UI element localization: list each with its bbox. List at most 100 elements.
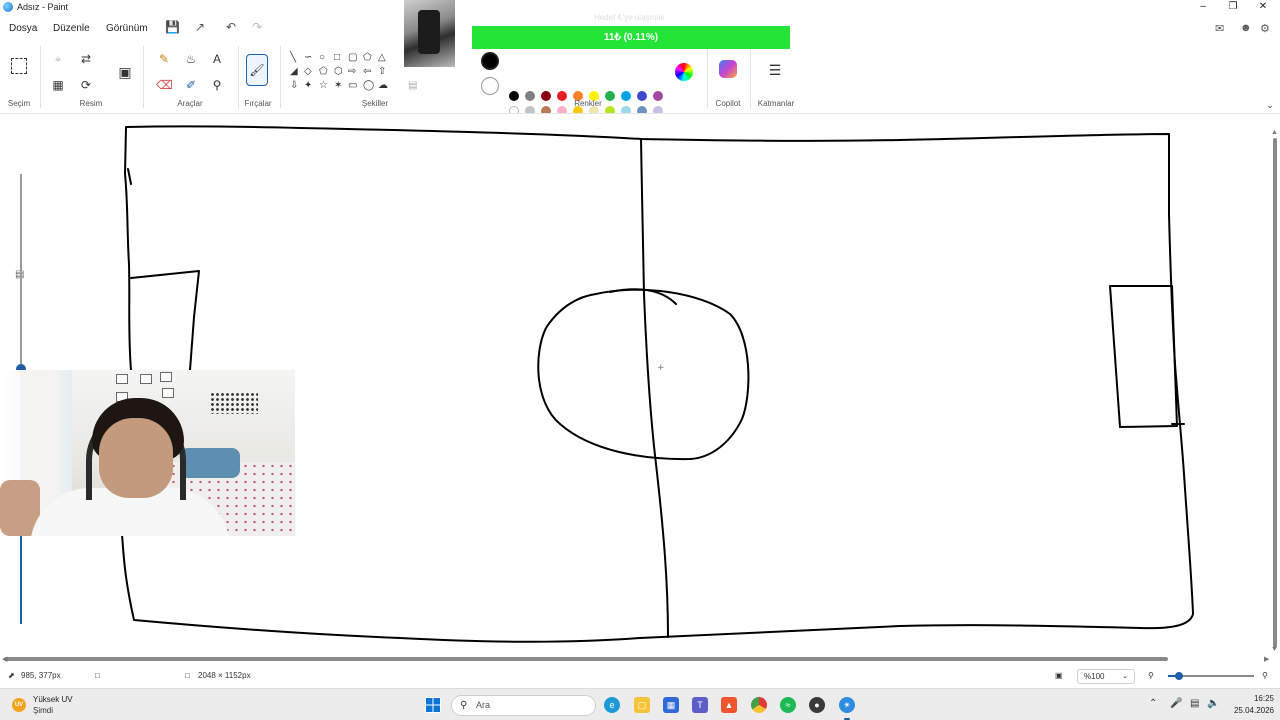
taskbar-search-box[interactable]: ⚲ Ara [451,695,596,716]
crosshair-cursor-icon: + [657,363,665,373]
color-swatch[interactable] [525,91,535,101]
color-swatch[interactable] [509,91,519,101]
selection-rect-icon[interactable] [11,58,27,74]
left-arrow-shape-icon[interactable]: ⇦ [363,66,371,78]
crop-icon[interactable]: ⌖ [50,51,66,67]
four-point-star-shape-icon[interactable]: ✦ [304,80,312,92]
scroll-up-icon[interactable]: ▲ [1271,129,1278,136]
resize-icon[interactable]: ⇄ [78,51,94,67]
shape-outline-icon[interactable]: ▤ [408,80,417,92]
weather-title[interactable]: Yüksek UV [33,695,73,704]
menu-view[interactable]: Görünüm [106,23,148,34]
account-icon[interactable]: ☻ [1240,22,1252,34]
face [99,418,173,498]
curve-shape-icon[interactable]: ∽ [304,52,312,64]
down-arrow-shape-icon[interactable]: ⇩ [290,80,298,92]
clock-date[interactable]: 25.04.2026 [1222,706,1274,715]
right-triangle-shape-icon[interactable]: ◢ [290,66,298,78]
rounded-rectangle-shape-icon[interactable]: ▢ [348,52,357,64]
save-icon[interactable]: 💾 [165,20,180,34]
menu-edit[interactable]: Düzenle [53,23,90,34]
menu-file[interactable]: Dosya [9,23,37,34]
ribbon-separator [750,46,751,108]
diamond-shape-icon[interactable]: ◇ [304,66,312,78]
layers-icon[interactable]: ☰ [767,62,783,78]
fill-bucket-icon[interactable]: ♨ [183,51,199,67]
brave-icon[interactable]: ▲ [721,697,737,713]
weather-subtitle[interactable]: Şimdi [33,706,53,715]
file-explorer-icon[interactable]: ▢ [634,697,650,713]
callout-rect-shape-icon[interactable]: ▭ [348,80,357,92]
image-select-icon[interactable]: ▣ [117,64,133,80]
zoom-in-icon[interactable]: ⚲ [1262,671,1268,680]
color-swatch[interactable] [541,91,551,101]
line-shape-icon[interactable]: ╲ [290,52,296,64]
zoom-dropdown[interactable]: %100 ⌄ [1077,669,1135,684]
brush-icon[interactable]: 🖌 [246,54,268,86]
edit-colors-icon[interactable] [675,63,693,81]
settings-gear-icon[interactable]: ⚙ [1260,22,1270,35]
callout-cloud-shape-icon[interactable]: ☁ [378,80,388,92]
up-arrow-shape-icon[interactable]: ⇧ [378,66,386,78]
right-arrow-shape-icon[interactable]: ⇨ [348,66,356,78]
clock-time[interactable]: 16:25 [1234,694,1274,703]
share-icon[interactable]: ↗ [195,20,205,34]
rectangle-shape-icon[interactable]: □ [334,52,340,64]
magnifier-icon[interactable]: ⚲ [209,77,225,93]
spotify-icon[interactable]: ≈ [780,697,796,713]
color-picker-icon[interactable]: ✐ [183,77,199,93]
six-point-star-shape-icon[interactable]: ✶ [334,80,342,92]
color-swatch[interactable] [621,91,631,101]
zoom-slider-thumb[interactable] [1175,672,1183,680]
horizontal-scrollbar[interactable] [4,657,1168,661]
rotate-icon[interactable]: ⟳ [78,77,94,93]
obs-icon[interactable]: ● [809,697,825,713]
redo-icon[interactable]: ↷ [252,20,262,34]
collapse-ribbon-icon[interactable]: ⌄ [1262,97,1278,113]
right-penalty-box [1109,285,1178,428]
minimize-button[interactable]: – [1188,0,1218,15]
callout-oval-shape-icon[interactable]: ◯ [363,80,374,92]
restore-button[interactable]: ❐ [1218,0,1248,15]
microphone-icon[interactable]: 🎤 [1170,698,1182,709]
scroll-down-icon[interactable]: ▼ [1271,646,1278,653]
scroll-right-icon[interactable]: ▶ [1264,655,1269,663]
vertical-scrollbar[interactable] [1273,138,1277,648]
windows-start-icon[interactable] [425,697,441,713]
chrome-icon[interactable] [751,697,767,713]
triangle-shape-icon[interactable]: △ [378,52,386,64]
undo-icon[interactable]: ↶ [226,20,236,34]
tray-overflow-icon[interactable]: ⌃ [1149,698,1157,709]
color-swatch[interactable] [637,91,647,101]
pentagon-shape-icon[interactable]: ⬠ [319,66,328,78]
volume-icon[interactable]: 🔈 [1207,698,1219,709]
text-tool-icon[interactable]: A [209,51,225,67]
oval-shape-icon[interactable]: ○ [319,52,325,64]
scroll-left-icon[interactable]: ◀ [2,655,7,663]
secondary-color-icon[interactable] [481,77,499,95]
primary-color-icon[interactable] [481,52,499,70]
hexagon-shape-icon[interactable]: ⬡ [334,66,343,78]
cursor-icon: ⬈ [8,671,15,680]
pencil-icon[interactable]: ✎ [156,51,172,67]
close-button[interactable]: ✕ [1248,0,1278,15]
weather-icon[interactable]: UV [12,698,26,712]
color-swatch[interactable] [653,91,663,101]
zoom-level: %100 [1084,672,1105,681]
paint-taskbar-icon[interactable]: ✴ [839,697,855,713]
network-icon[interactable]: ▤ [1190,698,1199,709]
feedback-icon[interactable]: ✉ [1215,22,1224,35]
fit-to-window-icon[interactable]: ▣ [1055,671,1063,680]
eraser-icon[interactable]: ⌫ [156,77,173,93]
copilot-icon[interactable] [719,60,737,78]
remove-background-icon[interactable]: ▦ [50,77,66,93]
zoom-out-icon[interactable]: ⚲ [1148,671,1154,680]
group-label-shapes: Şekiller [361,99,389,108]
polygon-shape-icon[interactable]: ⬠ [363,52,372,64]
group-label-image: Resim [79,99,103,108]
five-point-star-shape-icon[interactable]: ☆ [319,80,328,92]
store-icon[interactable]: ▦ [663,697,679,713]
status-bar: ⬈ 985, 377px □ □ 2048 × 1152px ▣ %100 ⌄ ⚲… [0,666,1280,686]
teams-icon[interactable]: T [692,697,708,713]
edge-icon[interactable]: e [604,697,620,713]
